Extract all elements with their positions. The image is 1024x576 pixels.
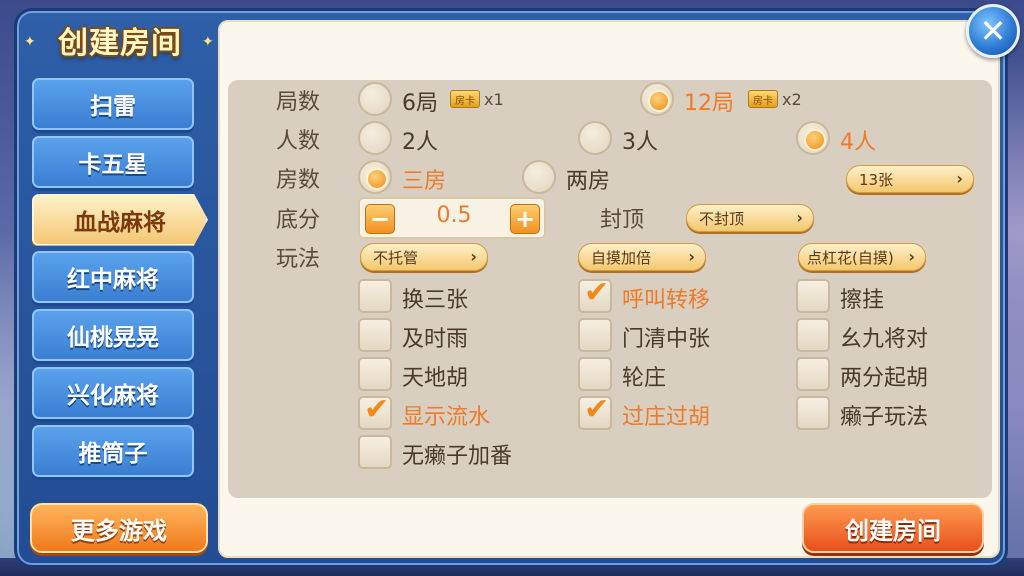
players-4-radio[interactable] bbox=[796, 121, 830, 155]
check-icon: ✔ bbox=[584, 392, 610, 427]
rooms-three-radio[interactable] bbox=[358, 160, 392, 194]
cap-label: 封顶 bbox=[600, 208, 645, 233]
game-tab-list: 扫雷 卡五星 血战麻将 红中麻将 仙桃晃晃 兴化麻将 推筒子 bbox=[30, 78, 210, 490]
room-card-icon: 房卡 bbox=[450, 90, 480, 108]
rooms-label: 房数 bbox=[276, 168, 321, 193]
players-2-label: 2人 bbox=[402, 130, 438, 155]
rooms-two-radio[interactable] bbox=[522, 160, 556, 194]
rule-checkbox[interactable] bbox=[358, 279, 392, 313]
players-3-label: 3人 bbox=[622, 130, 658, 155]
increment-button[interactable]: + bbox=[510, 204, 540, 234]
rule-label: 呼叫转移 bbox=[622, 288, 711, 313]
gang-flower-dropdown[interactable]: 点杠花(自摸) › bbox=[798, 243, 926, 271]
star-icon: ✦ bbox=[24, 34, 36, 50]
rule-label: 过庄过胡 bbox=[622, 405, 711, 430]
rule-label: 擦挂 bbox=[840, 288, 885, 313]
players-3-radio[interactable] bbox=[578, 121, 612, 155]
play-style-label: 玩法 bbox=[276, 247, 321, 272]
rule-label: 天地胡 bbox=[402, 366, 469, 391]
rule-checkbox[interactable] bbox=[358, 318, 392, 352]
check-icon: ✔ bbox=[584, 275, 610, 310]
rounds-12-multiplier: x2 bbox=[782, 90, 802, 109]
close-button[interactable]: ✕ bbox=[966, 4, 1020, 58]
chevron-right-icon: › bbox=[796, 208, 803, 227]
rooms-two-label: 两房 bbox=[566, 169, 611, 194]
trustee-dropdown-value: 不托管 bbox=[373, 248, 419, 267]
players-4-label: 4人 bbox=[840, 130, 876, 155]
rule-checkbox[interactable] bbox=[358, 435, 392, 469]
chevron-right-icon: › bbox=[908, 247, 915, 266]
tiles-dropdown-value: 13张 bbox=[859, 170, 894, 189]
rule-label: 无癞子加番 bbox=[402, 444, 513, 469]
tab-xinghua-majiang[interactable]: 兴化麻将 bbox=[32, 366, 194, 419]
rounds-6-radio[interactable] bbox=[358, 82, 392, 116]
cap-dropdown[interactable]: 不封顶 › bbox=[686, 204, 814, 232]
tab-xiantao-huanghuang[interactable]: 仙桃晃晃 bbox=[32, 309, 194, 362]
rule-checkbox[interactable]: ✔ bbox=[578, 275, 612, 313]
rounds-6-label: 6局 bbox=[402, 91, 438, 116]
dialog-title: 创建房间 bbox=[58, 26, 182, 61]
tab-kawuxing[interactable]: 卡五星 bbox=[32, 135, 194, 188]
rule-checkbox[interactable] bbox=[796, 396, 830, 430]
rooms-three-label: 三房 bbox=[402, 169, 447, 194]
close-icon: ✕ bbox=[979, 12, 1007, 50]
rule-checkbox[interactable] bbox=[796, 318, 830, 352]
base-score-stepper: − 0.5 + bbox=[358, 197, 546, 239]
rule-checkbox[interactable] bbox=[358, 357, 392, 391]
more-games-button[interactable]: 更多游戏 bbox=[30, 503, 208, 553]
gang-flower-dropdown-value: 点杠花(自摸) bbox=[807, 248, 894, 267]
tab-xuezhan-majiang[interactable]: 血战麻将 bbox=[32, 193, 208, 246]
tab-hongzhong-majiang[interactable]: 红中麻将 bbox=[32, 251, 194, 304]
rule-label: 癞子玩法 bbox=[840, 405, 929, 430]
rule-checkbox[interactable]: ✔ bbox=[578, 392, 612, 430]
rule-label: 轮庄 bbox=[622, 366, 667, 391]
rounds-12-radio[interactable] bbox=[640, 82, 674, 116]
rule-checkbox[interactable] bbox=[796, 357, 830, 391]
rule-checkbox[interactable] bbox=[796, 279, 830, 313]
decrement-button[interactable]: − bbox=[365, 204, 395, 234]
self-draw-dropdown-value: 自摸加倍 bbox=[591, 248, 652, 267]
rule-label: 幺九将对 bbox=[840, 327, 929, 352]
players-label: 人数 bbox=[276, 129, 321, 154]
rule-label: 及时雨 bbox=[402, 327, 469, 352]
tab-tuitongzi[interactable]: 推筒子 bbox=[32, 424, 194, 477]
self-draw-dropdown[interactable]: 自摸加倍 › bbox=[578, 243, 706, 271]
cap-dropdown-value: 不封顶 bbox=[699, 209, 745, 228]
rounds-label: 局数 bbox=[276, 90, 321, 115]
create-room-button[interactable]: 创建房间 bbox=[802, 503, 984, 553]
chevron-right-icon: › bbox=[470, 247, 477, 266]
rule-label: 两分起胡 bbox=[840, 366, 929, 391]
rule-checkbox[interactable]: ✔ bbox=[358, 392, 392, 430]
trustee-dropdown[interactable]: 不托管 › bbox=[360, 243, 488, 271]
room-card-icon: 房卡 bbox=[748, 90, 778, 108]
tab-saolei[interactable]: 扫雷 bbox=[32, 78, 194, 130]
chevron-right-icon: › bbox=[688, 247, 695, 266]
players-2-radio[interactable] bbox=[358, 121, 392, 155]
rounds-12-label: 12局 bbox=[684, 91, 734, 116]
rounds-6-multiplier: x1 bbox=[484, 90, 504, 109]
star-icon: ✦ bbox=[202, 34, 214, 50]
rule-label: 换三张 bbox=[402, 288, 469, 313]
rule-checkbox[interactable] bbox=[578, 357, 612, 391]
check-icon: ✔ bbox=[364, 392, 390, 427]
tiles-dropdown[interactable]: 13张 › bbox=[846, 165, 974, 193]
chevron-right-icon: › bbox=[956, 169, 963, 188]
base-score-label: 底分 bbox=[276, 208, 321, 233]
base-score-value: 0.5 bbox=[436, 203, 472, 228]
rule-label: 门清中张 bbox=[622, 327, 711, 352]
rule-label: 显示流水 bbox=[402, 405, 491, 430]
rule-checkbox[interactable] bbox=[578, 318, 612, 352]
